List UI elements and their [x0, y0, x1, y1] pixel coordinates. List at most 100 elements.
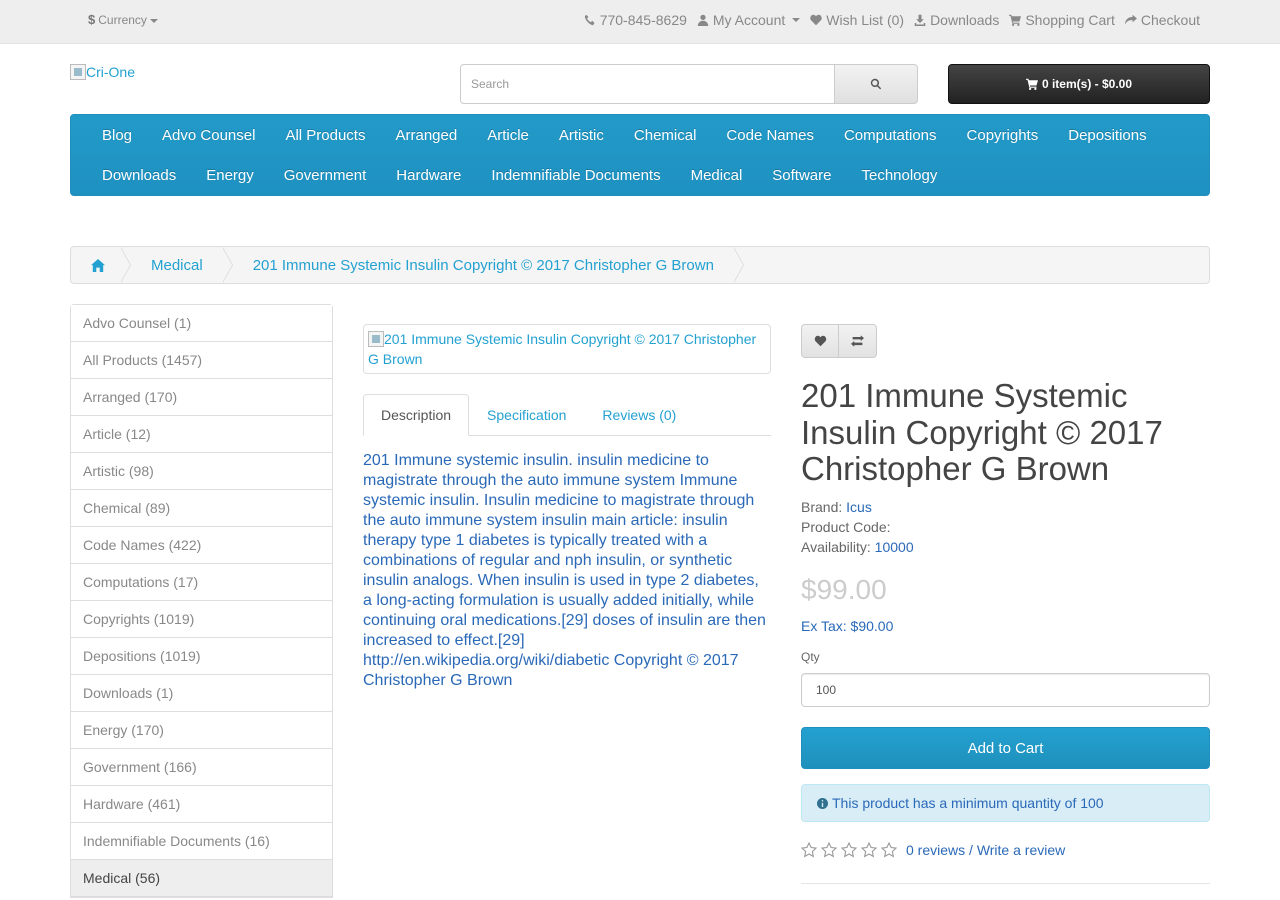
- phone-icon: [584, 14, 595, 26]
- search-input[interactable]: [460, 64, 835, 104]
- menu-item-energy[interactable]: Energy: [191, 167, 269, 184]
- sidebar-item-energy[interactable]: Energy (170): [71, 712, 332, 749]
- product-code-row: Product Code:: [801, 517, 914, 537]
- sidebar-item-advo-counsel[interactable]: Advo Counsel (1): [71, 305, 332, 342]
- sidebar-item-chemical[interactable]: Chemical (89): [71, 490, 332, 527]
- category-sidebar: Advo Counsel (1) All Products (1457) Arr…: [70, 304, 333, 898]
- menu-item-technology[interactable]: Technology: [846, 167, 952, 184]
- menu-item-copyrights[interactable]: Copyrights: [952, 127, 1054, 144]
- menu-item-blog[interactable]: Blog: [87, 127, 147, 144]
- checkout-link[interactable]: Checkout: [1124, 12, 1200, 28]
- product-image-alt: 201 Immune Systemic Insulin Copyright © …: [368, 331, 757, 367]
- tab-specification[interactable]: Specification: [469, 394, 584, 435]
- product-code-label: Product Code:: [801, 519, 891, 535]
- menu-item-chemical[interactable]: Chemical: [619, 127, 712, 144]
- sidebar-item-government[interactable]: Government (166): [71, 749, 332, 786]
- star-empty-icon: [821, 842, 837, 858]
- info-circle-icon: [817, 797, 828, 809]
- product-image-thumbnail[interactable]: 201 Immune Systemic Insulin Copyright © …: [363, 324, 771, 374]
- downloads-link[interactable]: Downloads: [914, 12, 999, 28]
- divider: [801, 883, 1210, 884]
- currency-label: Currency: [98, 13, 147, 27]
- minimum-quantity-text: This product has a minimum quantity of 1…: [832, 795, 1104, 811]
- star-empty-icon: [841, 842, 857, 858]
- star-empty-icon: [861, 842, 877, 858]
- menu-item-depositions[interactable]: Depositions: [1053, 127, 1161, 144]
- availability-label: Availability:: [801, 539, 871, 555]
- breadcrumb-product[interactable]: 201 Immune Systemic Insulin Copyright © …: [233, 247, 745, 283]
- top-bar: $ Currency 770-845-8629 My Account Wish L…: [0, 0, 1280, 44]
- breadcrumb-medical[interactable]: Medical: [131, 247, 233, 283]
- menu-item-article[interactable]: Article: [472, 127, 544, 144]
- menu-item-all-products[interactable]: All Products: [270, 127, 380, 144]
- broken-image-icon: [368, 331, 384, 347]
- tab-reviews[interactable]: Reviews (0): [584, 394, 694, 435]
- brand-row: Brand: Icus: [801, 497, 914, 517]
- menu-item-arranged[interactable]: Arranged: [380, 127, 472, 144]
- menu-item-hardware[interactable]: Hardware: [381, 167, 476, 184]
- sidebar-item-computations[interactable]: Computations (17): [71, 564, 332, 601]
- wish-list-label: Wish List (0): [826, 12, 905, 28]
- product-title: 201 Immune Systemic Insulin Copyright © …: [801, 377, 1163, 487]
- product-info-list: Brand: Icus Product Code: Availability: …: [801, 497, 914, 557]
- tab-description[interactable]: Description: [363, 394, 470, 436]
- star-empty-icon: [881, 842, 897, 858]
- sidebar-item-medical[interactable]: Medical (56): [71, 860, 332, 897]
- sidebar-item-code-names[interactable]: Code Names (422): [71, 527, 332, 564]
- sidebar-item-depositions[interactable]: Depositions (1019): [71, 638, 332, 675]
- phone-link[interactable]: 770-845-8629: [584, 12, 687, 28]
- heart-icon: [810, 14, 822, 26]
- sidebar-item-all-products[interactable]: All Products (1457): [71, 342, 332, 379]
- add-to-wishlist-button[interactable]: [801, 324, 839, 358]
- brand-label: Brand:: [801, 499, 843, 515]
- product-action-buttons: [801, 324, 877, 358]
- star-empty-icon: [801, 842, 817, 858]
- compare-button[interactable]: [839, 324, 877, 358]
- share-icon: [1124, 14, 1137, 25]
- shopping-cart-label: Shopping Cart: [1025, 12, 1115, 28]
- sidebar-item-artistic[interactable]: Artistic (98): [71, 453, 332, 490]
- availability-row: Availability: 10000: [801, 537, 914, 557]
- breadcrumb-home[interactable]: [71, 247, 131, 283]
- sidebar-item-arranged[interactable]: Arranged (170): [71, 379, 332, 416]
- menu-item-downloads[interactable]: Downloads: [87, 167, 191, 184]
- availability-value: 10000: [874, 539, 914, 555]
- top-links: 770-845-8629 My Account Wish List (0) Do…: [584, 12, 1200, 28]
- write-review-link[interactable]: Write a review: [977, 842, 1065, 858]
- breadcrumb: Medical 201 Immune Systemic Insulin Copy…: [70, 246, 1210, 284]
- my-account-link[interactable]: My Account: [697, 12, 801, 28]
- downloads-label: Downloads: [930, 12, 1000, 28]
- menu-item-medical[interactable]: Medical: [676, 167, 758, 184]
- currency-dropdown[interactable]: $ Currency: [88, 12, 158, 27]
- main-menu: Blog Advo Counsel All Products Arranged …: [70, 114, 1210, 196]
- search-icon: [870, 78, 882, 90]
- menu-item-computations[interactable]: Computations: [829, 127, 952, 144]
- ex-tax-price: Ex Tax: $90.00: [801, 618, 894, 634]
- quantity-input[interactable]: [801, 673, 1210, 707]
- download-icon: [914, 14, 926, 26]
- menu-item-indemnifiable-documents[interactable]: Indemnifiable Documents: [476, 167, 675, 184]
- add-to-cart-button[interactable]: Add to Cart: [801, 727, 1210, 769]
- site-logo[interactable]: Cri-One: [70, 64, 135, 80]
- product-price: $99.00: [801, 574, 887, 605]
- menu-item-software[interactable]: Software: [757, 167, 846, 184]
- sidebar-item-downloads[interactable]: Downloads (1): [71, 675, 332, 712]
- menu-item-code-names[interactable]: Code Names: [711, 127, 829, 144]
- reviews-count-link[interactable]: 0 reviews: [906, 842, 965, 858]
- caret-down-icon: [792, 18, 801, 22]
- sidebar-item-article[interactable]: Article (12): [71, 416, 332, 453]
- exchange-icon: [851, 335, 864, 347]
- sidebar-item-copyrights[interactable]: Copyrights (1019): [71, 601, 332, 638]
- minimum-quantity-alert: This product has a minimum quantity of 1…: [801, 784, 1210, 822]
- menu-item-advo-counsel[interactable]: Advo Counsel: [147, 127, 270, 144]
- sidebar-item-hardware[interactable]: Hardware (461): [71, 786, 332, 823]
- product-description: 201 Immune systemic insulin. insulin med…: [363, 452, 766, 689]
- shopping-cart-link[interactable]: Shopping Cart: [1009, 12, 1115, 28]
- cart-button[interactable]: 0 item(s) - $0.00: [948, 64, 1210, 104]
- wish-list-link[interactable]: Wish List (0): [810, 12, 904, 28]
- sidebar-item-indemnifiable-documents[interactable]: Indemnifiable Documents (16): [71, 823, 332, 860]
- search-button[interactable]: [834, 64, 918, 104]
- menu-item-government[interactable]: Government: [269, 167, 382, 184]
- menu-item-artistic[interactable]: Artistic: [544, 127, 619, 144]
- brand-link[interactable]: Icus: [846, 499, 872, 515]
